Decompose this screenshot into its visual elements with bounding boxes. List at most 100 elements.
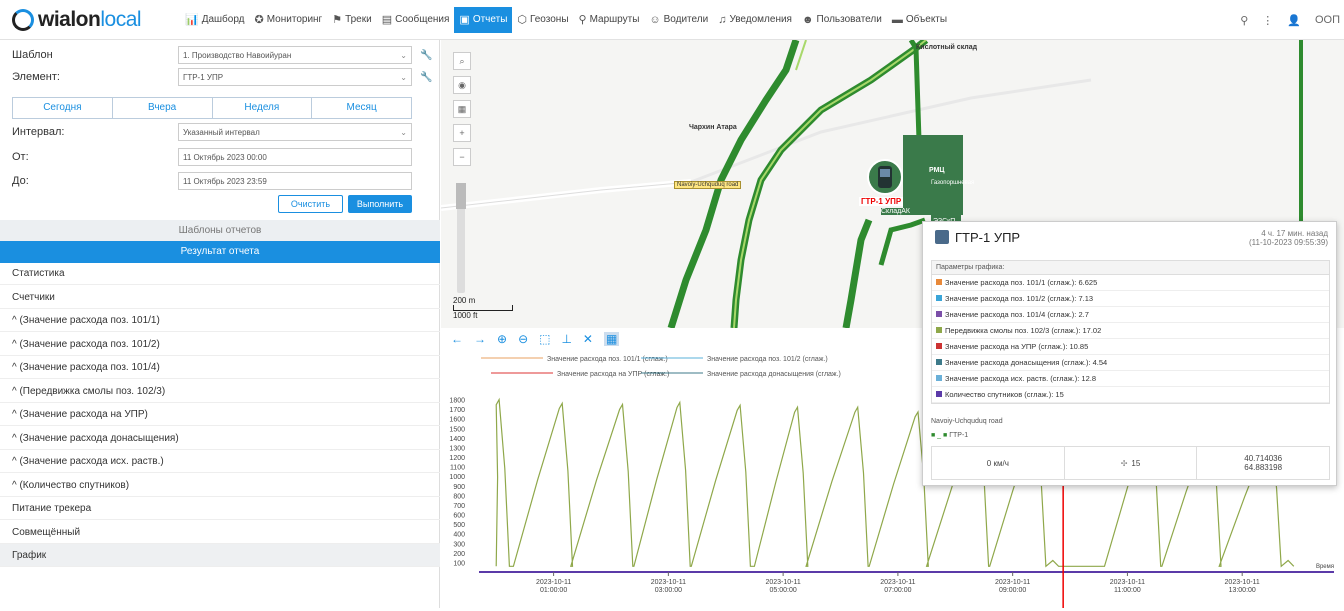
legend-label: Значение расхода поз. 101/2 (сглаж.): [707, 356, 828, 363]
template-select[interactable]: 1. Производство Навоийуран ⌄: [178, 46, 412, 64]
popup-param-row: Значение расхода исх. раств. (сглаж.): 1…: [932, 371, 1329, 387]
y-tick-label: 100: [453, 560, 465, 567]
nav-5[interactable]: ▣ Отчеты: [454, 6, 513, 33]
edit-element-icon[interactable]: 🔧: [420, 72, 432, 83]
to-input[interactable]: 11 Октябрь 2023 23:59: [178, 172, 412, 190]
nav-10[interactable]: ☻ Пользователи: [797, 7, 887, 33]
zoom-in-chart-icon[interactable]: ⊕: [497, 332, 507, 346]
popup-param-text: Значение расхода на УПР (сглаж.): 10.85: [945, 342, 1089, 351]
nav-2[interactable]: ✪ Мониторинг: [250, 7, 328, 33]
popup-satellites: ✣ 15: [1065, 447, 1198, 479]
quick-month[interactable]: Месяц: [312, 98, 411, 118]
zoom-slider-handle[interactable]: [456, 183, 466, 209]
top-navigation-bar: wialon local 📊 Дашборд ✪ Мониторинг ⚑ Треки ▤ С…: [0, 0, 1344, 40]
result-item[interactable]: ^ (Значение расхода поз. 101/2): [0, 333, 440, 356]
zoom-select-icon[interactable]: ⬚: [539, 332, 550, 346]
clear-button[interactable]: Очистить: [278, 195, 343, 213]
popup-param-text: Значение расхода поз. 101/4 (сглаж.): 2.…: [945, 310, 1089, 319]
nav-label: Уведомления: [729, 14, 792, 25]
nav-3[interactable]: ⚑ Треки: [327, 7, 377, 33]
result-item[interactable]: ^ (Значение расхода на УПР): [0, 403, 440, 426]
edit-template-icon[interactable]: 🔧: [420, 50, 432, 61]
nav-6[interactable]: ⬡ Геозоны: [512, 7, 573, 33]
x-tick-date: 2023-10-11: [995, 579, 1030, 586]
quick-today[interactable]: Сегодня: [13, 98, 113, 118]
x-tick-time: 07:00:00: [884, 587, 911, 594]
quick-yesterday[interactable]: Вчера: [113, 98, 213, 118]
map-search-icon[interactable]: ⌕: [453, 52, 471, 70]
result-item[interactable]: ^ (Значение расхода исх. раств.): [0, 450, 440, 473]
satellite-icon: ✣: [1120, 458, 1128, 468]
map-label-rmc: РМЦ: [929, 167, 945, 174]
zoom-slider[interactable]: [456, 183, 466, 293]
x-tick-date: 2023-10-11: [880, 579, 915, 586]
result-item[interactable]: ^ (Значение расхода донасыщения): [0, 427, 440, 450]
from-input[interactable]: 11 Октябрь 2023 00:00: [178, 148, 412, 166]
legend-label: Значение расхода поз. 101/1 (сглаж.): [547, 356, 668, 363]
reset-zoom-icon[interactable]: ✕: [583, 332, 593, 346]
table-toggle-icon[interactable]: ▦: [603, 332, 620, 346]
wialon-logo[interactable]: wialon local: [0, 0, 180, 40]
unit-marker-icon[interactable]: [866, 158, 904, 196]
report-result-header[interactable]: Результат отчета: [0, 241, 440, 263]
nav-4[interactable]: ▤ Сообщения: [377, 7, 455, 33]
more-menu-icon[interactable]: ⋮: [1262, 14, 1273, 27]
main-nav: 📊 Дашборд ✪ Мониторинг ⚑ Треки ▤ Сообщения ▣ Отче…: [180, 0, 952, 40]
result-item[interactable]: Счетчики: [0, 286, 440, 309]
legend-swatch: [936, 279, 942, 285]
result-item[interactable]: ^ (Передвижка смолы поз. 102/3): [0, 380, 440, 403]
nav-1[interactable]: 📊 Дашборд: [180, 7, 250, 33]
y-tick-label: 400: [453, 532, 465, 539]
object-status-icon: ■ _ ■: [931, 432, 948, 439]
x-tick-time: 03:00:00: [655, 587, 682, 594]
element-select[interactable]: ГТР-1 УПР ⌄: [178, 68, 412, 86]
tools-icon[interactable]: ⚲: [1240, 14, 1248, 27]
messages-icon: ▤: [381, 14, 393, 26]
map-label-gas: Газопоршневая: [931, 180, 975, 186]
execute-button[interactable]: Выполнить: [348, 195, 412, 213]
unit-info-popup: ГТР-1 УПР 4 ч. 17 мин. назад (11-10-2023 …: [922, 221, 1337, 486]
element-label: Элемент:: [12, 71, 60, 83]
quick-week[interactable]: Неделя: [213, 98, 313, 118]
popup-param-row: Значение расхода поз. 101/1 (сглаж.): 6.…: [932, 275, 1329, 291]
legend-swatch: [936, 375, 942, 381]
bell-icon: ♫: [718, 13, 727, 26]
result-item[interactable]: ^ (Количество спутников): [0, 474, 440, 497]
map-layers-icon[interactable]: ▦: [453, 100, 471, 118]
interval-select[interactable]: Указанный интервал ⌄: [178, 123, 412, 141]
legend-label: Значение расхода донасыщения (сглаж.): [707, 371, 841, 378]
result-item[interactable]: Питание трекера: [0, 497, 440, 520]
user-icon[interactable]: 👤: [1287, 14, 1301, 27]
result-item[interactable]: Статистика: [0, 262, 440, 285]
map-label-store: СкладАК: [881, 208, 911, 215]
zoom-out-icon[interactable]: −: [453, 148, 471, 166]
zoom-out-chart-icon[interactable]: ⊖: [518, 332, 528, 346]
result-item[interactable]: График: [0, 544, 440, 567]
nav-7[interactable]: ⚲ Маршруты: [574, 7, 645, 33]
y-tick-label: 900: [453, 484, 465, 491]
driver-icon: ☺: [649, 13, 661, 26]
nav-8[interactable]: ☺ Водители: [644, 7, 713, 33]
map-eye-icon[interactable]: ◉: [453, 76, 471, 94]
popup-last-message: 4 ч. 17 мин. назад (11-10-2023 09:55:39): [1249, 229, 1328, 247]
arrow-left-icon[interactable]: ←: [451, 332, 463, 346]
result-item[interactable]: ^ (Значение расхода поз. 101/4): [0, 356, 440, 379]
nav-label: Водители: [663, 14, 709, 25]
arrow-right-icon[interactable]: →: [474, 332, 486, 346]
nav-9[interactable]: ♫ Уведомления: [713, 7, 797, 33]
result-item[interactable]: Совмещённый: [0, 521, 440, 544]
unit-marker-label[interactable]: ГТР-1 УПР: [859, 197, 904, 206]
user-name[interactable]: ООП: [1315, 14, 1340, 26]
legend-swatch: [936, 359, 942, 365]
nav-11[interactable]: ▬ Объекты: [887, 7, 952, 33]
axis-icon[interactable]: ⊥: [561, 332, 571, 346]
popup-param-row: Значение расхода поз. 101/4 (сглаж.): 2.…: [932, 307, 1329, 323]
result-item[interactable]: ^ (Значение расхода поз. 101/1): [0, 309, 440, 332]
popup-title: ГТР-1 УПР: [955, 230, 1021, 245]
car-icon: ▬: [891, 13, 903, 26]
map-tools: ⌕ ◉ ▦ + −: [453, 52, 471, 172]
y-tick-label: 1500: [449, 426, 465, 433]
zoom-in-icon[interactable]: +: [453, 124, 471, 142]
template-value: 1. Производство Навоийуран: [183, 50, 292, 60]
report-templates-header[interactable]: Шаблоны отчетов: [0, 220, 440, 242]
